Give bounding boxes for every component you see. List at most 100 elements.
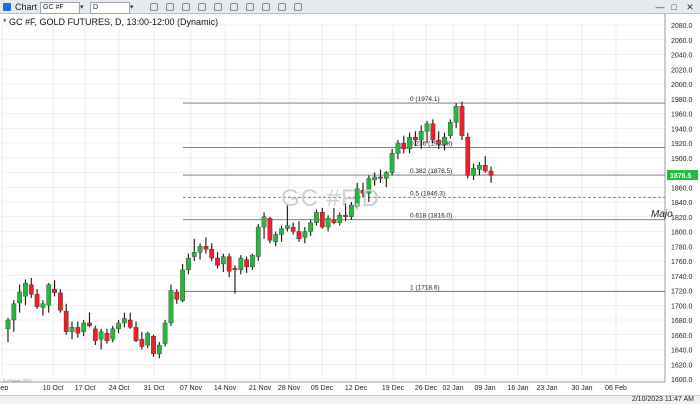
candle-down <box>133 327 139 341</box>
candle-up <box>447 122 453 136</box>
x-tick-label: 09 Jan <box>474 385 495 390</box>
link-icon[interactable] <box>278 3 286 11</box>
symbol-input[interactable] <box>40 2 80 14</box>
candle-down <box>296 231 302 240</box>
candle-up <box>471 167 476 176</box>
x-tick-label: 23 Jan <box>536 385 557 390</box>
candle-down <box>139 339 145 347</box>
x-tick-label: 26 Dec <box>415 385 438 390</box>
candle-up <box>186 257 191 270</box>
minimize-button[interactable]: — <box>654 0 666 14</box>
x-tick-label: 14 Nov <box>214 385 237 390</box>
fib-level-label: 0.382 (1876.5) <box>410 168 452 175</box>
candle-down <box>34 294 40 307</box>
candle-up <box>17 291 22 304</box>
zoom-icon[interactable] <box>166 3 174 11</box>
candle-up <box>389 153 395 173</box>
candle-up <box>5 319 11 330</box>
x-tick-label: 28 Nov <box>278 385 301 390</box>
candle-up <box>314 212 319 223</box>
candle-down <box>92 328 98 341</box>
y-tick-label: 2040.0 <box>671 53 693 60</box>
refresh-icon[interactable] <box>230 3 238 11</box>
candle-down <box>436 139 442 145</box>
y-tick-label: 1860.0 <box>671 185 693 192</box>
candle-up <box>110 328 116 340</box>
x-tick-label: 16 Jan <box>507 385 528 390</box>
status-timestamp: 2/10/2023 11:47 AM <box>631 396 694 403</box>
candle-down <box>87 322 92 327</box>
y-tick-label: 1640.0 <box>671 348 693 355</box>
candle-down <box>413 136 418 141</box>
candle-up <box>162 322 168 344</box>
fib-level-label: 0.5 (1846.3) <box>410 190 445 197</box>
candle-up <box>98 331 104 340</box>
x-tick-label: 12 Dec <box>345 385 368 390</box>
y-tick-label: 1900.0 <box>671 156 693 163</box>
save-icon[interactable] <box>246 3 254 11</box>
candle-up <box>238 257 244 270</box>
candle-up <box>418 131 424 141</box>
x-tick-label: 07 Nov <box>180 385 203 390</box>
x-tick-label: 24 Oct <box>109 385 130 390</box>
candle-up <box>23 282 28 297</box>
x-tick-label: 02 Jan <box>442 385 463 390</box>
y-tick-label: 1960.0 <box>671 112 693 119</box>
properties-icon[interactable] <box>198 3 206 11</box>
candle-down <box>482 164 488 172</box>
help-icon[interactable] <box>294 3 302 11</box>
x-tick-label: Sep <box>0 385 8 390</box>
x-tick-label: 21 Nov <box>249 385 272 390</box>
interval-dropdown-icon[interactable]: ▾ <box>130 2 134 14</box>
status-bar: 2/10/2023 11:47 AM <box>0 395 700 404</box>
candle-up <box>453 105 459 123</box>
y-tick-label: 1680.0 <box>671 318 693 325</box>
maximize-button[interactable]: □ <box>668 0 680 14</box>
close-button[interactable]: ✕ <box>684 0 696 14</box>
y-tick-label: 2060.0 <box>671 38 693 45</box>
interval-input[interactable] <box>90 2 130 14</box>
candle-down <box>378 176 383 179</box>
candle-down <box>203 246 209 250</box>
settings-icon[interactable] <box>214 3 222 11</box>
candle-down <box>127 319 133 328</box>
y-tick-label: 1780.0 <box>671 244 693 251</box>
candle-up <box>261 216 267 228</box>
candle-down <box>459 105 465 136</box>
candle-down <box>267 218 273 241</box>
candle-up <box>273 234 279 242</box>
candle-up <box>11 303 17 321</box>
candle-down <box>215 257 220 266</box>
cursor-icon[interactable] <box>150 3 158 11</box>
candle-up <box>220 256 226 265</box>
y-tick-label: 1600.0 <box>671 377 693 384</box>
candle-up <box>477 164 482 170</box>
y-tick-label: 1940.0 <box>671 126 693 133</box>
candle-up <box>395 142 401 154</box>
candle-up <box>302 231 308 238</box>
draw-icon[interactable] <box>182 3 190 11</box>
candle-down <box>104 333 110 341</box>
symbol-watermark: GC #F,D <box>281 185 381 212</box>
candle-up <box>156 344 162 355</box>
candle-down <box>58 292 63 311</box>
x-tick-label: 30 Jan <box>571 385 592 390</box>
last-price-label: 1876.5 <box>670 173 692 180</box>
candle-up <box>191 251 197 257</box>
candle-up <box>40 303 46 308</box>
candle-up <box>308 222 313 232</box>
window-titlebar: Chart ▾ ▾ — □ ✕ <box>0 0 700 14</box>
candle-down <box>343 215 348 217</box>
print-icon[interactable] <box>262 3 270 11</box>
chart-annotation: Majo <box>651 209 673 220</box>
y-tick-label: 1840.0 <box>671 200 693 207</box>
symbol-dropdown-icon[interactable]: ▾ <box>80 2 84 14</box>
copyright-text: © eSignal, 2023 <box>3 378 32 383</box>
candle-up <box>337 215 343 223</box>
candle-up <box>197 246 203 253</box>
y-tick-label: 1720.0 <box>671 289 693 296</box>
y-tick-label: 1620.0 <box>671 362 693 369</box>
x-tick-label: 17 Oct <box>75 385 96 390</box>
candle-down <box>488 170 494 176</box>
chart-app-icon <box>3 3 11 11</box>
